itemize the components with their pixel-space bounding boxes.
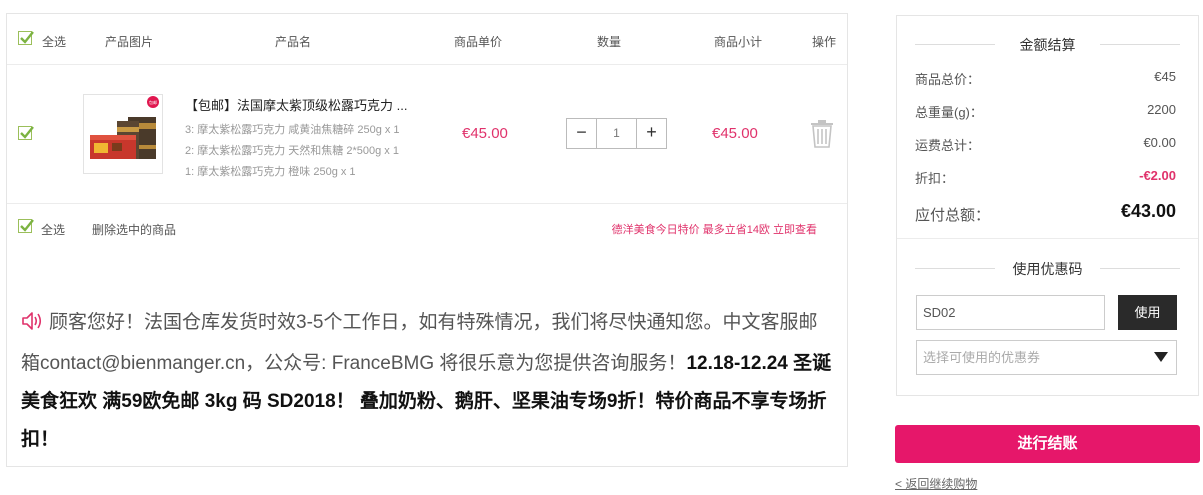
- col-action: 操作: [812, 35, 837, 49]
- product-option: 3: 摩太紫松露巧克力 咸黄油焦糖碎 250g x 1: [185, 124, 400, 136]
- quantity-stepper: − 1 +: [566, 118, 667, 149]
- col-image: 产品图片: [105, 35, 154, 49]
- coupon-code-input[interactable]: [916, 295, 1105, 330]
- product-photo: 包邮: [84, 95, 162, 173]
- discount-value: -€2.00: [1139, 168, 1176, 183]
- use-coupon-button[interactable]: 使用: [1118, 295, 1177, 330]
- cart-item-row: 包邮 【包邮】法国摩太紫顶级松露巧克力 ... 3: 摩太紫松露巧克力 咸黄油焦…: [7, 65, 847, 204]
- coupon-select-label: 选择可使用的优惠券: [923, 350, 1041, 365]
- col-subtotal: 商品小计: [714, 35, 763, 49]
- product-option: 2: 摩太紫松露巧克力 天然和焦糖 2*500g x 1: [185, 145, 399, 157]
- speaker-icon: [21, 307, 43, 345]
- cart-footer: 全选 删除选中的商品 德洋美食今日特价 最多立省14欧 立即查看: [7, 205, 847, 251]
- col-name: 产品名: [275, 35, 312, 49]
- delete-selected-link[interactable]: 删除选中的商品: [92, 221, 176, 238]
- summary-row-weight: 总重量(g)： 2200: [915, 102, 1176, 121]
- check-icon: [20, 31, 34, 44]
- footer-select-all-label: 全选: [41, 223, 66, 237]
- summary-value: €45: [1154, 69, 1176, 84]
- image-badge: 包邮: [149, 99, 157, 105]
- coupon-title-text: 使用优惠码: [1012, 261, 1083, 277]
- product-title[interactable]: 【包邮】法国摩太紫顶级松露巧克力 ...: [185, 95, 407, 114]
- summary-label: 运费总计：: [915, 138, 981, 153]
- summary-label: 总重量(g)：: [915, 105, 983, 120]
- check-icon: [20, 126, 34, 139]
- summary-value: €0.00: [1143, 135, 1176, 150]
- item-checkbox[interactable]: [18, 126, 34, 140]
- footer-select-all-checkbox[interactable]: [18, 219, 34, 233]
- summary-value: 2200: [1147, 102, 1176, 117]
- dropdown-arrow-icon: [1154, 352, 1168, 362]
- summary-row-total: 应付总额： €43.00: [915, 201, 1176, 225]
- product-image[interactable]: 包邮: [83, 94, 163, 174]
- summary-title: 金额结算: [897, 35, 1198, 55]
- quantity-input[interactable]: 1: [597, 119, 636, 148]
- summary-row-shipping: 运费总计： €0.00: [915, 135, 1176, 154]
- coupon-select[interactable]: 选择可使用的优惠券: [916, 340, 1177, 375]
- summary-row-product-total: 商品总价： €45: [915, 69, 1176, 88]
- summary-label: 商品总价：: [915, 72, 981, 87]
- continue-shopping-link[interactable]: < 返回继续购物: [895, 475, 977, 492]
- quantity-increase-button[interactable]: +: [636, 119, 666, 148]
- product-option: 1: 摩太紫松露巧克力 橙味 250g x 1: [185, 166, 356, 178]
- checkout-button[interactable]: 进行结账: [895, 425, 1200, 463]
- col-unit-price: 商品单价: [454, 35, 503, 49]
- coupon-title: 使用优惠码: [897, 259, 1198, 279]
- promo-link[interactable]: 德洋美食今日特价 最多立省14欧 立即查看: [612, 221, 817, 237]
- col-quantity: 数量: [597, 35, 622, 49]
- select-all-label: 全选: [42, 35, 67, 49]
- summary-title-text: 金额结算: [1019, 37, 1076, 53]
- summary-panel: 金额结算 商品总价： €45 总重量(g)： 2200 运费总计： €0.00 …: [896, 15, 1199, 396]
- select-all-checkbox[interactable]: [18, 31, 34, 45]
- total-label: 应付总额：: [915, 207, 991, 224]
- notice-banner: 顾客您好！法国仓库发货时效3-5个工作日，如有特殊情况，我们将尽快通知您。中文客…: [21, 304, 836, 459]
- summary-label: 折扣：: [915, 171, 955, 186]
- quantity-decrease-button[interactable]: −: [567, 119, 597, 148]
- check-icon: [20, 219, 34, 232]
- summary-row-discount: 折扣： -€2.00: [915, 168, 1176, 187]
- trash-icon[interactable]: [810, 120, 834, 151]
- cart-panel: 全选 产品图片 产品名 商品单价 数量 商品小计 操作 包邮 【包邮】法国摩太紫…: [6, 13, 848, 467]
- total-value: €43.00: [1120, 201, 1176, 221]
- summary-divider: [897, 238, 1198, 239]
- item-subtotal: €45.00: [712, 125, 758, 142]
- unit-price: €45.00: [462, 125, 508, 142]
- cart-header: 全选 产品图片 产品名 商品单价 数量 商品小计 操作: [7, 14, 847, 65]
